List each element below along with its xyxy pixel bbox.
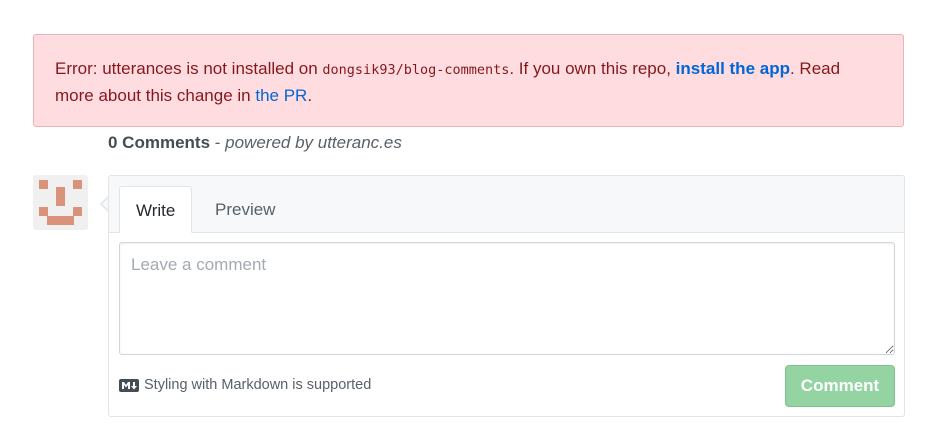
comments-header: 0 Comments - powered by utteranc.es (108, 131, 402, 155)
pr-link[interactable]: the PR (255, 86, 307, 105)
identicon-avatar (33, 175, 88, 230)
header-separator: - (210, 133, 226, 152)
markdown-help-link[interactable]: Styling with Markdown is supported (119, 377, 371, 393)
tab-preview[interactable]: Preview (199, 186, 291, 232)
new-comment-form: Write Preview Styling with Markdown is s… (108, 175, 905, 417)
comment-button[interactable]: Comment (785, 365, 895, 407)
editor-tabs: Write Preview (109, 176, 904, 233)
tab-write[interactable]: Write (119, 186, 193, 233)
install-app-link[interactable]: install the app (676, 59, 790, 78)
utterances-widget: Error: utterances is not installed on do… (0, 0, 937, 445)
error-banner: Error: utterances is not installed on do… (33, 34, 904, 127)
markdown-note: Styling with Markdown is supported (144, 377, 372, 393)
error-suffix: . (307, 86, 313, 105)
error-middle: . If you own this repo, (509, 59, 676, 78)
powered-by: powered by utteranc.es (225, 133, 402, 152)
repo-name: dongsik93/blog-comments (322, 62, 510, 78)
comment-textarea[interactable] (119, 242, 895, 355)
markdown-icon (119, 378, 139, 392)
error-prefix: Error: utterances is not installed on (55, 59, 323, 78)
comment-count: 0 Comments (108, 133, 211, 152)
